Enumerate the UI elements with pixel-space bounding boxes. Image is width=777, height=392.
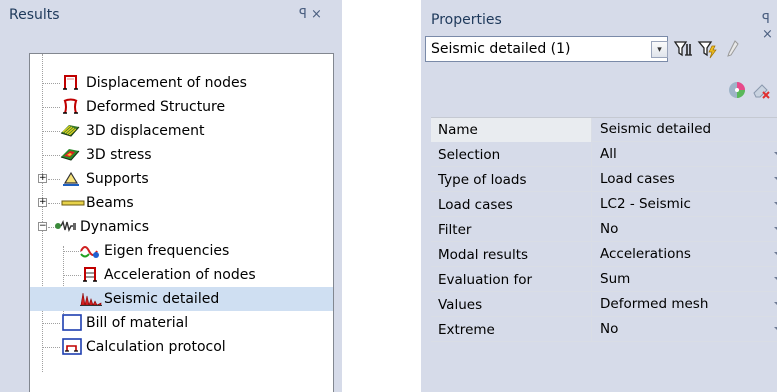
tree-item-label: Calculation protocol: [86, 339, 226, 355]
dropdown-arrow-icon[interactable]: ▾: [651, 41, 668, 58]
tree-item-label: 3D displacement: [86, 123, 205, 139]
property-value[interactable]: Sum: [600, 271, 630, 287]
property-row-values[interactable]: Values Deformed mesh: [431, 293, 777, 317]
tree-item-3d-displacement[interactable]: 3D displacement: [30, 119, 333, 143]
tree-item-supports[interactable]: + Supports: [30, 167, 333, 191]
deformed-structure-icon: [61, 97, 81, 116]
tree-item-bill-of-material[interactable]: Bill of material: [30, 311, 333, 335]
tree-item-label: Supports: [86, 171, 149, 187]
property-name: Evaluation for: [438, 272, 533, 288]
property-value[interactable]: Deformed mesh: [600, 296, 708, 312]
results-panel-title: Results: [9, 7, 60, 23]
tree-item-3d-stress[interactable]: 3D stress: [30, 143, 333, 167]
properties-pin-close-icons[interactable]: ꟼ ×: [762, 12, 777, 42]
selector-value: Seismic detailed (1): [431, 41, 571, 57]
property-name: Extreme: [438, 322, 495, 338]
tree-item-label: Dynamics: [80, 219, 150, 235]
property-value[interactable]: LC2 - Seismic: [600, 196, 691, 212]
properties-panel: Properties ꟼ × Seismic detailed (1) ▾ Na…: [421, 0, 777, 392]
beams-icon: [61, 193, 85, 212]
property-name: Type of loads: [438, 172, 527, 188]
tree-item-calculation-protocol[interactable]: Calculation protocol: [30, 335, 333, 359]
property-row-name[interactable]: Name Seismic detailed: [431, 118, 777, 142]
tree-item-seismic-detailed[interactable]: Seismic detailed: [30, 287, 333, 311]
tree-item-label: Seismic detailed: [104, 291, 220, 307]
calculation-protocol-icon: [61, 337, 82, 356]
property-value[interactable]: No: [600, 321, 618, 337]
tree-item-label: Eigen frequencies: [104, 243, 230, 259]
property-name: Filter: [438, 222, 472, 238]
seismic-detailed-icon: [79, 289, 102, 308]
property-name: Name: [438, 122, 478, 138]
property-value[interactable]: No: [600, 221, 618, 237]
eigen-frequencies-icon: [79, 241, 99, 260]
property-value[interactable]: Seismic detailed: [600, 121, 711, 137]
bill-of-material-icon: [61, 313, 82, 332]
3d-stress-icon: [59, 145, 80, 164]
displacement-nodes-icon: [61, 73, 81, 92]
property-row-extreme[interactable]: Extreme No: [431, 318, 777, 342]
supports-icon: [61, 169, 81, 188]
property-name: Load cases: [438, 197, 513, 213]
tree-item-label: Displacement of nodes: [86, 75, 247, 91]
property-name: Values: [438, 297, 483, 313]
pencil-icon[interactable]: [723, 38, 745, 60]
tree-item-label: Beams: [86, 195, 134, 211]
tree-item-displacement-of-nodes[interactable]: Displacement of nodes: [30, 71, 333, 95]
property-value[interactable]: All: [600, 146, 617, 162]
property-row-filter[interactable]: Filter No: [431, 218, 777, 242]
tree-item-label: 3D stress: [86, 147, 152, 163]
tree-item-beams[interactable]: + Beams: [30, 191, 333, 215]
acceleration-nodes-icon: [81, 265, 101, 284]
property-value[interactable]: Accelerations: [600, 246, 691, 262]
property-name: Modal results: [438, 247, 529, 263]
property-value[interactable]: Load cases: [600, 171, 675, 187]
tree-item-dynamics[interactable]: − Dynamics: [30, 215, 333, 239]
properties-panel-title: Properties: [431, 12, 502, 28]
object-selector-dropdown[interactable]: Seismic detailed (1) ▾: [425, 36, 668, 62]
property-row-type-of-loads[interactable]: Type of loads Load cases: [431, 168, 777, 192]
tree-item-acceleration-of-nodes[interactable]: Acceleration of nodes: [30, 263, 333, 287]
color-palette-icon[interactable]: [726, 79, 748, 101]
results-tree: Displacement of nodes Deformed Structure…: [29, 53, 334, 392]
dynamics-icon: [53, 217, 76, 236]
property-row-evaluation-for[interactable]: Evaluation for Sum: [431, 268, 777, 292]
tree-item-label: Deformed Structure: [86, 99, 226, 115]
tree-item-label: Bill of material: [86, 315, 189, 331]
filter-lightning-icon[interactable]: [697, 38, 719, 60]
properties-grid: Name Seismic detailed Selection All Type…: [431, 117, 777, 342]
expand-plus-icon[interactable]: +: [38, 198, 47, 207]
property-row-load-cases[interactable]: Load cases LC2 - Seismic: [431, 193, 777, 217]
tree-item-deformed-structure[interactable]: Deformed Structure: [30, 95, 333, 119]
property-row-modal-results[interactable]: Modal results Accelerations: [431, 243, 777, 267]
expand-minus-icon[interactable]: −: [38, 222, 47, 231]
expand-plus-icon[interactable]: +: [38, 174, 47, 183]
results-pin-close-icons[interactable]: ꟼ ×: [299, 7, 322, 22]
clear-icon[interactable]: [750, 79, 772, 101]
select-filter-icon[interactable]: [673, 38, 695, 60]
3d-displacement-icon: [59, 121, 80, 140]
tree-item-label: Acceleration of nodes: [104, 267, 256, 283]
property-row-selection[interactable]: Selection All: [431, 143, 777, 167]
tree-item-eigen-frequencies[interactable]: Eigen frequencies: [30, 239, 333, 263]
property-name: Selection: [438, 147, 501, 163]
results-panel: Results ꟼ × Displacement of nodes Deform…: [0, 0, 342, 392]
